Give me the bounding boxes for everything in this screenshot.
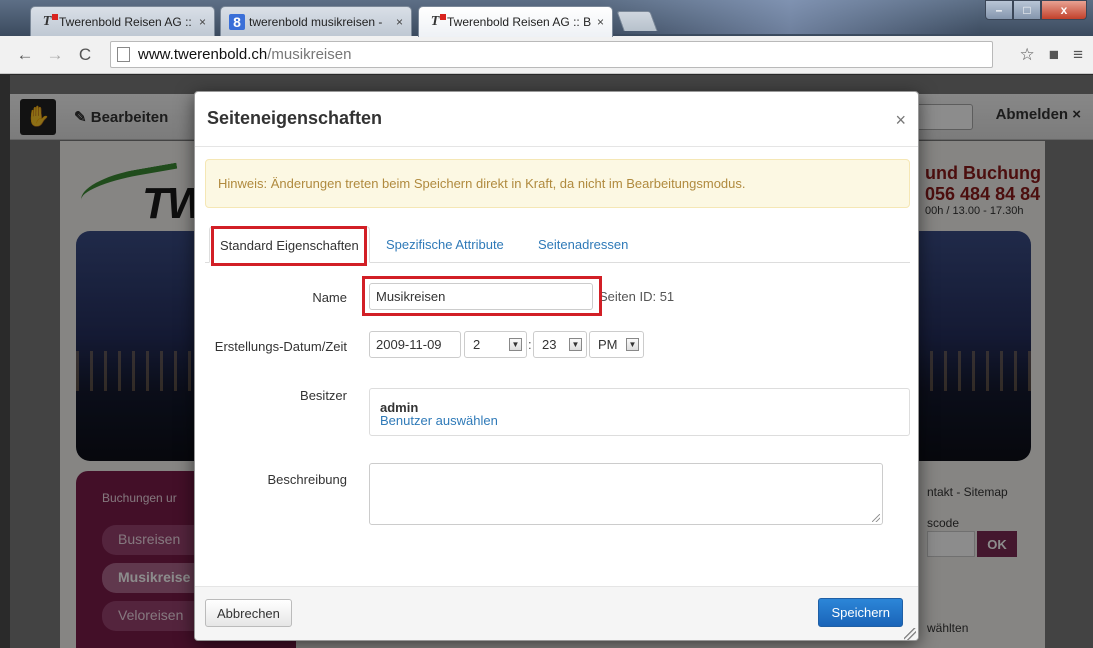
tab-close-icon[interactable]: × (199, 15, 206, 29)
hour-select[interactable]: 2 ▼ (464, 331, 527, 358)
chevron-down-icon: ▼ (626, 338, 639, 351)
tab-title: Twerenbold Reisen AG :: B (447, 15, 591, 29)
google-favicon-icon: 8 (229, 13, 245, 30)
forward-arrow-icon[interactable]: → (44, 44, 66, 66)
date-input[interactable] (369, 331, 461, 358)
menu-icon[interactable]: ≡ (1073, 45, 1083, 65)
time-separator: : (528, 337, 532, 352)
dialog-title: Seiteneigenschaften (207, 108, 383, 128)
cancel-button[interactable]: Abbrechen (205, 599, 292, 627)
tab-seitenadressen[interactable]: Seitenadressen (538, 226, 628, 263)
page-id-label: Seiten ID: 51 (599, 289, 675, 304)
close-window-button[interactable]: x (1041, 0, 1087, 20)
browser-tab-2[interactable]: 8 twerenbold musikreisen - × (220, 6, 412, 36)
reload-icon[interactable]: C (74, 44, 96, 66)
select-user-link[interactable]: Benutzer auswählen (380, 413, 498, 428)
bookmark-star-icon[interactable]: ☆ (1020, 45, 1035, 65)
new-tab-button[interactable] (616, 11, 658, 31)
maximize-button[interactable]: □ (1013, 0, 1041, 20)
address-bar[interactable]: www.twerenbold.ch/musikreisen (110, 41, 993, 68)
dialog-footer: Abbrechen Speichern (195, 586, 918, 640)
dialog-resize-grip-icon[interactable] (904, 628, 916, 640)
url-host: www.twerenbold.ch (138, 46, 268, 63)
info-alert: Hinweis: Änderungen treten beim Speicher… (205, 159, 910, 208)
description-textarea[interactable] (369, 463, 883, 525)
camera-extension-icon[interactable]: ■ (1049, 45, 1059, 65)
back-arrow-icon[interactable]: ← (14, 44, 36, 66)
browser-tab-3-active[interactable]: T Twerenbold Reisen AG :: B × (418, 6, 613, 37)
ampm-select[interactable]: PM ▼ (589, 331, 644, 358)
tab-title: Twerenbold Reisen AG :: B (59, 14, 193, 29)
name-label: Name (312, 290, 347, 305)
dialog-tabs: Standard Eigenschaften Spezifische Attri… (205, 226, 910, 263)
tab-spezifische-attribute[interactable]: Spezifische Attribute (386, 226, 504, 263)
browser-toolbar: ← → C www.twerenbold.ch/musikreisen ☆ ■ … (0, 36, 1093, 74)
browser-titlebar: T Twerenbold Reisen AG :: B × 8 twerenbo… (0, 0, 1093, 37)
tab-close-icon[interactable]: × (396, 15, 403, 29)
page-properties-dialog: Seiteneigenschaften × Hinweis: Änderunge… (194, 91, 919, 641)
dialog-header: Seiteneigenschaften × (195, 92, 918, 147)
chevron-down-icon: ▼ (509, 338, 522, 351)
window-controls: – □ x (985, 0, 1087, 20)
page-icon (117, 47, 130, 62)
minute-select[interactable]: 23 ▼ (533, 331, 587, 358)
url-path: /musikreisen (267, 46, 352, 63)
tab-close-icon[interactable]: × (597, 15, 604, 29)
twerenbold-favicon-icon: T (39, 13, 58, 30)
save-button[interactable]: Speichern (818, 598, 903, 627)
tab-title: twerenbold musikreisen - (249, 14, 383, 29)
date-label: Erstellungs-Datum/Zeit (214, 339, 347, 354)
browser-tab-1[interactable]: T Twerenbold Reisen AG :: B × (30, 6, 215, 36)
owner-panel: admin Benutzer auswählen (369, 388, 910, 436)
tab-standard-eigenschaften[interactable]: Standard Eigenschaften (209, 226, 370, 263)
resize-grip-icon[interactable] (872, 514, 880, 522)
close-icon[interactable]: × (895, 110, 906, 131)
chevron-down-icon: ▼ (569, 338, 582, 351)
name-input[interactable] (369, 283, 593, 310)
twerenbold-favicon-icon: T (427, 14, 446, 30)
description-label: Beschreibung (267, 472, 348, 487)
minimize-button[interactable]: – (985, 0, 1013, 20)
owner-label: Besitzer (300, 388, 347, 403)
